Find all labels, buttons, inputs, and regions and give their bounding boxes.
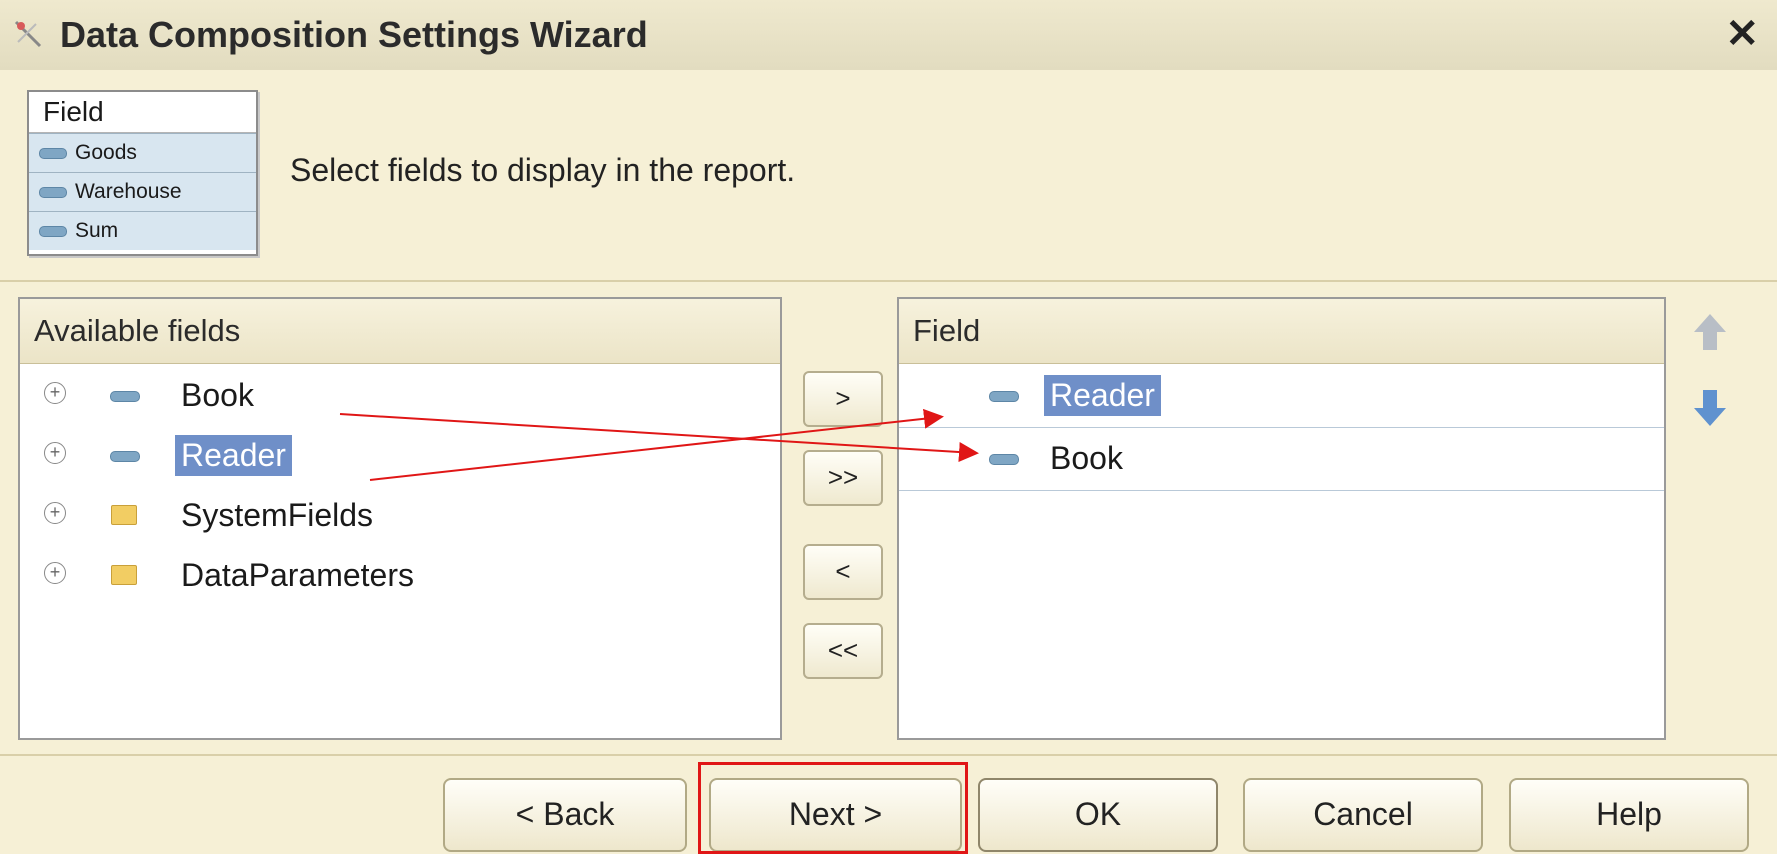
- cancel-button[interactable]: Cancel: [1243, 778, 1483, 852]
- help-button[interactable]: Help: [1509, 778, 1749, 852]
- annotation-arrows: [339, 408, 979, 481]
- next-highlight-box: [698, 762, 968, 854]
- back-button[interactable]: < Back: [443, 778, 687, 852]
- ok-button[interactable]: OK: [978, 778, 1218, 852]
